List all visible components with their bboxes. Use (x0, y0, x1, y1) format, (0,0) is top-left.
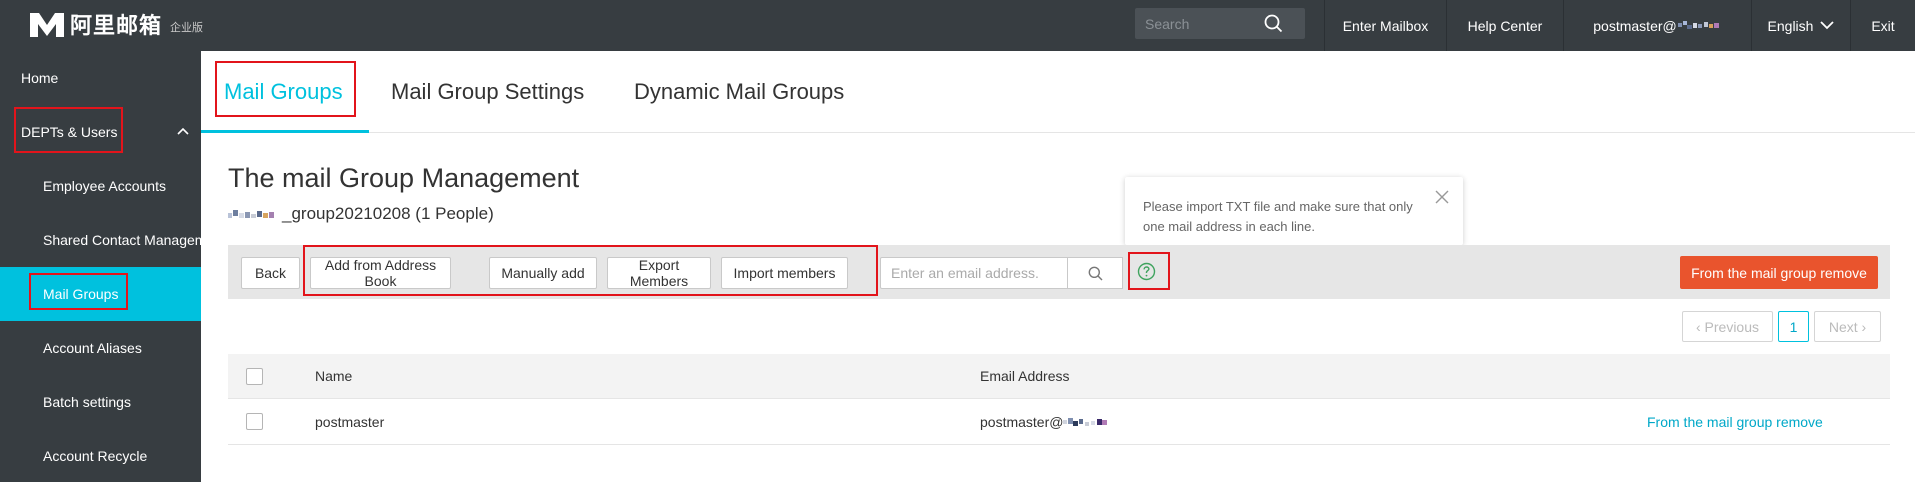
question-circle-icon[interactable] (1137, 262, 1156, 281)
row-email-text: postmaster@ (980, 413, 1064, 430)
column-header-name: Name (315, 368, 353, 384)
member-toolbar: Back Add from Address Book Manually add … (228, 245, 1890, 299)
row-name: postmaster (315, 413, 385, 430)
tab-label: Mail Groups (224, 79, 343, 104)
search-icon[interactable] (1264, 14, 1283, 33)
language-menu[interactable]: English (1751, 0, 1850, 51)
group-name: _group20210208 (1 People) (282, 204, 494, 223)
sidebar-item-batch-settings[interactable]: Batch settings (0, 375, 201, 429)
redacted-domain-mask (1063, 417, 1108, 426)
previous-page-button[interactable]: ‹ Previous (1682, 311, 1773, 342)
account-menu[interactable]: postmaster@ (1563, 0, 1751, 51)
logo-edition: 企业版 (170, 21, 204, 34)
sidebar-item-employee-accounts[interactable]: Employee Accounts (0, 159, 201, 213)
page-number-button[interactable]: 1 (1778, 311, 1809, 342)
search-icon (1088, 266, 1102, 280)
import-members-button[interactable]: Import members (721, 257, 848, 289)
column-header-email: Email Address (980, 368, 1070, 384)
row-checkbox[interactable] (246, 413, 263, 430)
logo: 阿里邮箱 企业版 (28, 9, 203, 39)
sidebar-item-label: Shared Contact Management (43, 232, 201, 248)
sidebar-item-label: Batch settings (43, 394, 131, 410)
top-search-input[interactable] (1145, 8, 1255, 39)
sidebar-item-label: Account Recycle (43, 448, 148, 464)
member-email-input[interactable] (880, 257, 1068, 289)
exit-link[interactable]: Exit (1850, 0, 1915, 51)
top-search-box[interactable] (1135, 8, 1305, 39)
active-tab-underline (201, 130, 369, 133)
next-page-button[interactable]: Next › (1814, 311, 1881, 342)
import-help-tooltip: Please import TXT file and make sure tha… (1125, 177, 1463, 245)
redacted-domain-mask (1677, 20, 1719, 29)
export-members-button[interactable]: Export Members (607, 257, 711, 289)
redacted-group-prefix (228, 210, 274, 218)
member-search-button[interactable] (1068, 257, 1123, 289)
remove-from-group-button[interactable]: From the mail group remove (1680, 256, 1878, 289)
row-email: postmaster@ (980, 399, 1115, 444)
sidebar: Home DEPTs & Users Employee Accounts Sha… (0, 51, 201, 482)
table-header: Name Email Address (228, 354, 1890, 399)
help-center-link[interactable]: Help Center (1446, 0, 1563, 51)
sidebar-item-home[interactable]: Home (0, 51, 201, 105)
account-label: postmaster@ (1593, 17, 1677, 34)
enter-mailbox-link[interactable]: Enter Mailbox (1324, 0, 1446, 51)
back-button[interactable]: Back (241, 257, 300, 289)
tab-bar: Mail Groups Mail Group Settings Dynamic … (201, 51, 1915, 133)
table-row: postmaster postmaster@ From the mail gro… (228, 399, 1890, 445)
group-subtitle: _group20210208 (1 People) (228, 204, 494, 224)
sidebar-item-label: DEPTs & Users (21, 124, 118, 140)
exit-label: Exit (1871, 17, 1895, 34)
tab-label: Mail Group Settings (391, 79, 585, 104)
sidebar-item-mail-groups[interactable]: Mail Groups (0, 267, 201, 321)
sidebar-item-label: Account Aliases (43, 340, 142, 356)
sidebar-item-account-recycle[interactable]: Account Recycle (0, 429, 201, 483)
sidebar-item-depts-users[interactable]: DEPTs & Users (0, 105, 201, 159)
sidebar-item-account-aliases[interactable]: Account Aliases (0, 321, 201, 375)
tab-mail-group-settings[interactable]: Mail Group Settings (391, 51, 584, 133)
add-from-address-book-button[interactable]: Add from Address Book (310, 257, 451, 289)
language-label: English (1767, 17, 1814, 34)
page-title: The mail Group Management (228, 163, 580, 193)
chevron-down-icon (1820, 21, 1835, 30)
chevron-up-icon (177, 127, 189, 135)
logo-text: 阿里邮箱 (70, 14, 163, 39)
logo-m-icon (30, 13, 64, 37)
close-icon[interactable] (1435, 190, 1449, 204)
enter-mailbox-label: Enter Mailbox (1342, 17, 1429, 34)
select-all-checkbox[interactable] (246, 368, 263, 385)
tooltip-text: Please import TXT file and make sure tha… (1143, 199, 1413, 234)
sidebar-item-label: Employee Accounts (43, 178, 166, 194)
help-center-label: Help Center (1467, 17, 1543, 34)
row-remove-link[interactable]: From the mail group remove (1647, 399, 1823, 444)
top-bar: 阿里邮箱 企业版 Enter Mailbox Help Center postm… (0, 0, 1915, 51)
sidebar-item-label: Home (21, 70, 59, 86)
sidebar-item-label: Mail Groups (43, 286, 119, 302)
manually-add-button[interactable]: Manually add (489, 257, 597, 289)
tab-mail-groups[interactable]: Mail Groups (224, 51, 343, 133)
sidebar-item-shared-contact-management[interactable]: Shared Contact Management (0, 213, 201, 267)
tab-dynamic-mail-groups[interactable]: Dynamic Mail Groups (634, 51, 844, 133)
tab-label: Dynamic Mail Groups (634, 79, 845, 104)
